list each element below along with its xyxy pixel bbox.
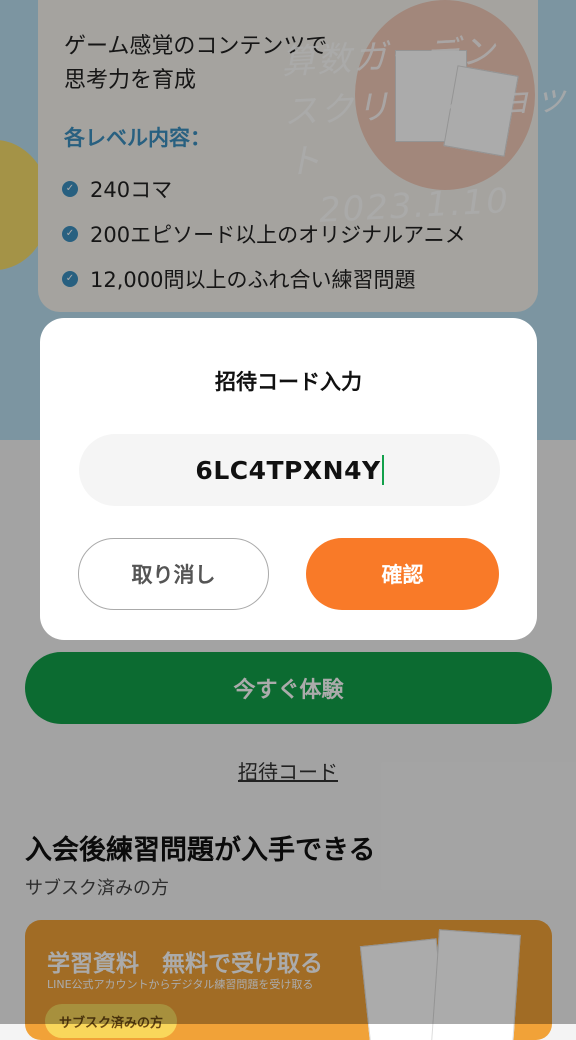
text-caret bbox=[381, 455, 384, 485]
confirm-button[interactable]: 確認 bbox=[306, 538, 499, 610]
invite-code-value[interactable]: 6LC4TPXN4Y bbox=[195, 456, 380, 485]
cancel-button[interactable]: 取り消し bbox=[78, 538, 269, 610]
invite-code-dialog: 招待コード入力 6LC4TPXN4Y 取り消し 確認 bbox=[40, 318, 537, 640]
invite-code-input[interactable]: 6LC4TPXN4Y bbox=[79, 434, 500, 506]
dialog-title: 招待コード入力 bbox=[215, 370, 362, 394]
